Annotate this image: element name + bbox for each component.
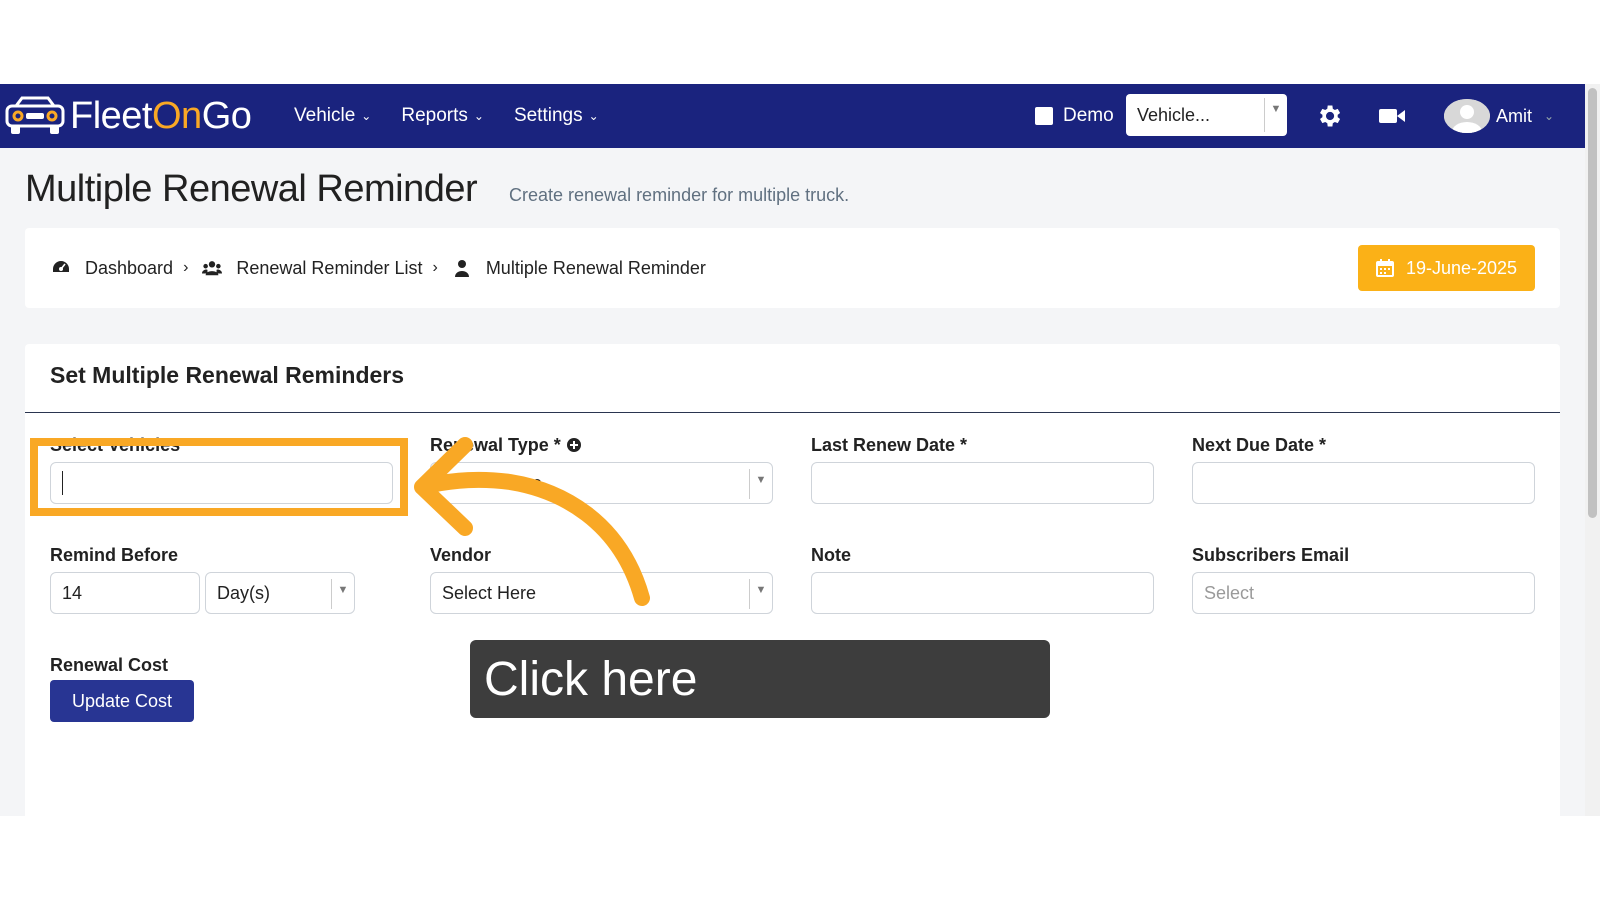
breadcrumb-dashboard-label: Dashboard [85,257,174,278]
update-cost-button[interactable]: Update Cost [50,680,194,722]
date-button[interactable]: 19-June-2025 [1358,245,1535,291]
renewal-cost-label: Renewal Cost [50,655,169,675]
date-button-label: 19-June-2025 [1405,257,1518,278]
logo-text-fleet: Fleet [70,95,152,137]
note-label: Note [811,545,851,565]
breadcrumb-dashboard[interactable]: Dashboard [51,258,173,279]
next-due-date-label: Next Due Date * [1192,435,1327,455]
note-input[interactable] [811,572,1154,614]
remind-before-unit-value: Day(s) [217,582,270,603]
vendor-select[interactable]: Select Here ▼ [430,572,773,614]
last-renew-date-label: Last Renew Date * [811,435,968,455]
remind-before-label: Remind Before [50,545,179,565]
menu-vehicle[interactable]: Vehicle ⌄ [294,105,371,127]
subscribers-email-label: Subscribers Email [1192,545,1350,565]
menu-reports-label: Reports [401,105,468,126]
chevron-down-icon: ⌄ [1544,109,1555,123]
breadcrumb-separator: › [432,259,438,276]
dashboard-icon [51,258,71,278]
chevron-down-icon: ⌄ [473,109,484,123]
logo-text-go: Go [201,95,252,137]
select-caret-icon: ▼ [749,579,772,609]
renewal-type-label: Renewal Type * [430,435,582,456]
click-here-tooltip: Click here [470,640,1050,718]
truck-logo-icon [5,96,65,134]
breadcrumb-multiple-renewal-reminder: Multiple Renewal Reminder [452,258,706,279]
subscribers-email-select[interactable]: Select [1192,572,1535,614]
main-menu: Vehicle ⌄ Reports ⌄ Settings ⌄ [294,84,629,148]
renewal-type-value: e [532,472,543,493]
menu-settings-label: Settings [513,105,583,126]
scrollbar-thumb[interactable] [1588,88,1597,518]
last-renew-date-input[interactable] [811,462,1154,504]
renewal-form-card: Set Multiple Renewal Reminders Select Ve… [25,344,1560,816]
gear-icon[interactable] [1313,100,1345,132]
highlight-box [30,438,408,516]
select-caret-icon: ▼ [749,469,772,499]
vendor-label: Vendor [430,545,492,565]
fleetongo-logo[interactable]: FleetOnGo [4,94,252,138]
add-circle-icon[interactable] [566,437,582,453]
breadcrumb: Dashboard › Renewal Reminder List › Mult… [51,228,706,308]
remind-before-input[interactable]: 14 [50,572,200,614]
demo-toggle[interactable]: Demo [1035,84,1114,148]
form-title: Set Multiple Renewal Reminders [50,362,405,388]
remind-before-unit-select[interactable]: Day(s) ▼ [205,572,355,614]
select-caret-icon: ▼ [1264,98,1287,132]
select-caret-icon: ▼ [331,579,354,609]
renewal-type-select[interactable]: e ▼ [430,462,773,504]
breadcrumb-current-label: Multiple Renewal Reminder [485,257,706,278]
chevron-down-icon: ⌄ [588,109,599,123]
menu-vehicle-label: Vehicle [294,105,356,126]
breadcrumb-renewal-reminder-list[interactable]: Renewal Reminder List [202,258,422,279]
top-navbar: FleetOnGo Vehicle ⌄ Reports ⌄ Settings ⌄… [0,84,1585,148]
renewal-type-label-text: Renewal Type * [430,435,561,455]
form-title-divider [25,412,1560,413]
vehicle-select-value: Vehicle... [1137,104,1211,125]
menu-settings[interactable]: Settings ⌄ [514,105,599,127]
demo-checkbox[interactable] [1035,107,1053,125]
vehicle-select[interactable]: Vehicle... ▼ [1126,94,1287,136]
user-menu[interactable]: Amit ⌄ [1444,84,1554,148]
demo-label: Demo [1063,105,1114,126]
next-due-date-input[interactable] [1192,462,1535,504]
video-camera-icon[interactable] [1376,100,1408,132]
user-icon [452,258,472,278]
user-name: Amit [1496,105,1532,126]
breadcrumb-separator: › [183,259,189,276]
avatar [1444,99,1490,133]
subscribers-email-placeholder: Select [1204,582,1255,603]
logo-text-on: On [151,95,202,137]
logo-wordmark: FleetOnGo [70,94,252,138]
calendar-icon [1375,259,1394,277]
menu-reports[interactable]: Reports ⌄ [401,105,484,127]
page-subtitle: Create renewal reminder for multiple tru… [509,185,850,205]
vendor-select-value: Select Here [442,582,537,603]
page-title: Multiple Renewal Reminder [25,168,478,210]
users-icon [202,258,223,278]
chevron-down-icon: ⌄ [361,109,372,123]
remind-before-value: 14 [62,582,83,603]
breadcrumb-renewal-reminder-list-label: Renewal Reminder List [236,257,423,278]
breadcrumb-card: Dashboard › Renewal Reminder List › Mult… [25,228,1560,308]
page-scrollbar[interactable] [1585,84,1600,816]
